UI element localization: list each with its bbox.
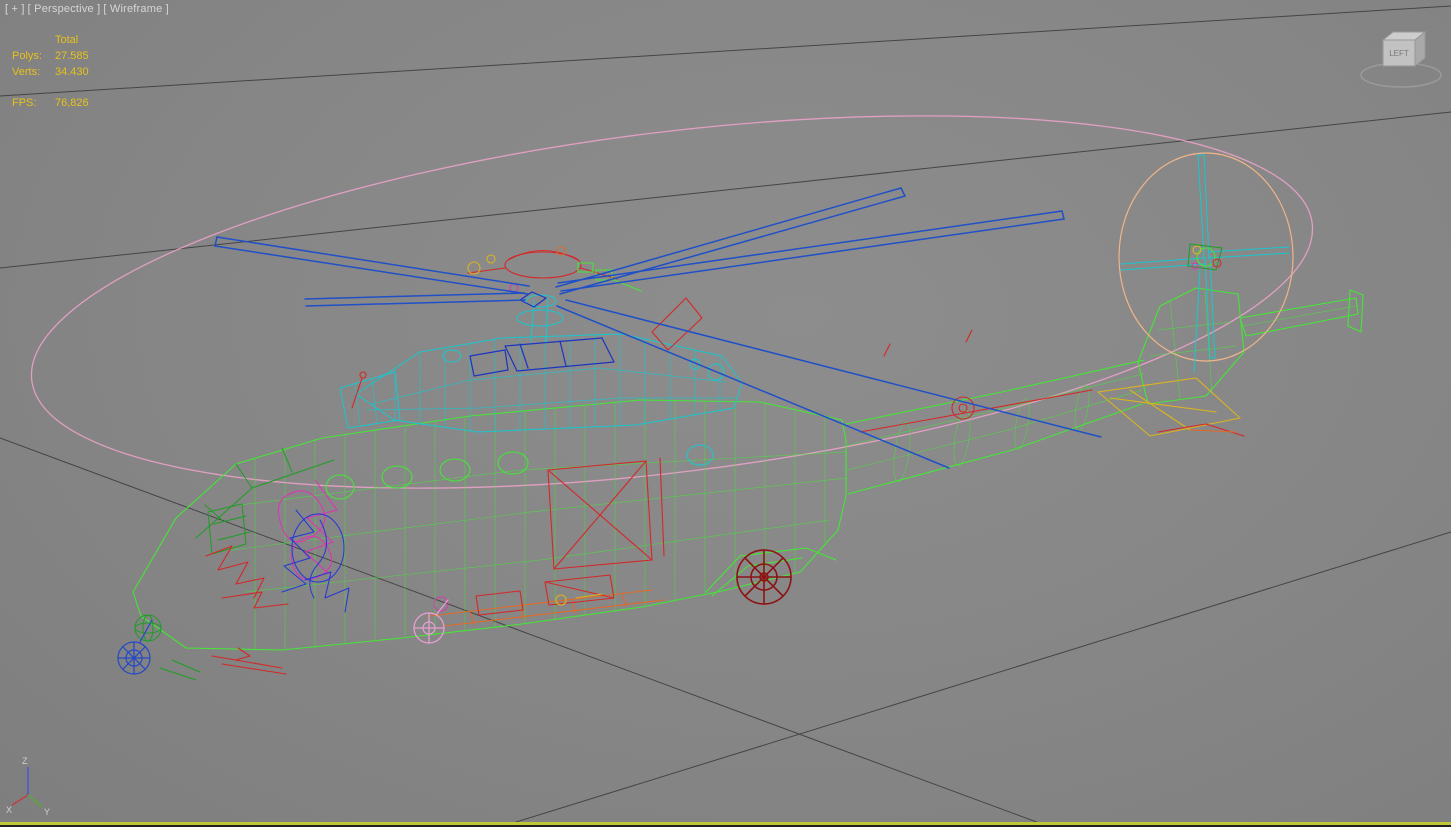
fuselage-wireframe (132, 399, 848, 651)
stats-verts-row: Verts: 34.430 (12, 64, 89, 80)
stats-polys-label: Polys: (12, 50, 42, 62)
stats-fps-value: 76,826 (55, 97, 89, 109)
helicopter-model[interactable] (117, 152, 1364, 681)
viewport-pov-menu-button[interactable]: [ Perspective ] (28, 3, 101, 15)
stats-fps-row: FPS: 76,826 (12, 95, 89, 111)
viewport-3d[interactable]: [ + ][ Perspective ][ Wireframe ] Total … (0, 0, 1451, 827)
viewport-shading-menu-button[interactable]: [ Wireframe ] (103, 3, 169, 15)
engine-cowling-mesh (339, 333, 743, 466)
stats-verts-label: Verts: (12, 66, 41, 78)
ground-grid (0, 5, 1451, 827)
viewcube-face-label[interactable]: LEFT (1389, 49, 1409, 58)
axis-z-label: Z (22, 756, 28, 766)
cockpit-windshield-frame (195, 447, 335, 555)
gearbox-wireframe (469, 337, 615, 377)
axis-y-label: Y (44, 807, 50, 817)
boom-markings (859, 329, 1093, 433)
stats-polys-value: 27.585 (55, 50, 89, 62)
stats-polys-row: Polys: 27.585 (12, 48, 89, 64)
cockpit-interior-details (205, 479, 350, 613)
viewcube-compass-ring[interactable] (1360, 62, 1442, 88)
viewcube[interactable]: LEFT (1353, 18, 1445, 98)
tail-rotor (1118, 152, 1294, 373)
axis-y-line (27, 794, 43, 808)
tail-lower-fin (1097, 377, 1245, 437)
main-landing-wheel (736, 549, 792, 605)
axis-x-label: X (6, 805, 12, 815)
main-rotor-sweep-circle (30, 115, 1314, 489)
nose-gear-and-sensors (117, 614, 287, 681)
viewport-label: [ + ][ Perspective ][ Wireframe ] (5, 3, 172, 15)
axis-x-line (11, 794, 29, 806)
stats-total-header: Total (55, 34, 79, 46)
stats-fps-label: FPS: (12, 97, 37, 109)
scene-canvas (0, 5, 1451, 827)
stats-header-row: Total (12, 32, 89, 48)
active-viewport-border (0, 822, 1451, 827)
world-axis-gizmo: Z X Y (6, 756, 50, 817)
stats-verts-value: 34.430 (55, 66, 89, 78)
viewport-general-menu-button[interactable]: [ + ] (5, 3, 25, 15)
statistics-overlay: Total Polys: 27.585 Verts: 34.430 FPS: 7… (12, 32, 89, 111)
